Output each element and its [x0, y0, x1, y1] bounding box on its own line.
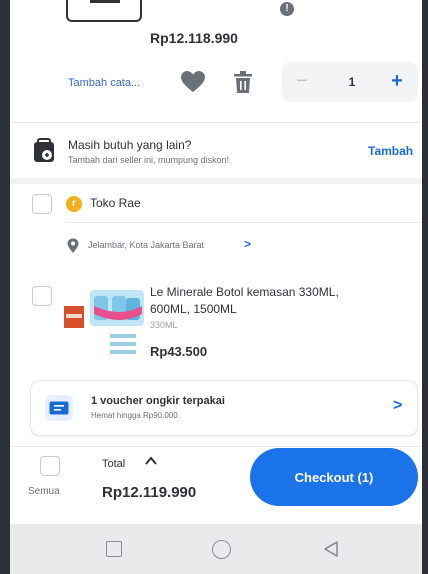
product-image[interactable]	[64, 288, 148, 358]
shop-location: Jelambar, Kota Jakarta Barat	[88, 240, 205, 250]
store-bag-icon	[34, 138, 54, 162]
trash-icon[interactable]	[232, 70, 254, 94]
quantity-stepper: − 1 +	[282, 62, 418, 102]
voucher-title: 1 voucher ongkir terpakai	[91, 395, 225, 407]
heart-icon[interactable]	[180, 70, 206, 94]
divider	[10, 446, 422, 447]
increase-quantity-button[interactable]: +	[386, 71, 408, 93]
chevron-up-icon[interactable]	[144, 454, 158, 468]
chevron-right-icon[interactable]: >	[393, 397, 402, 415]
previous-product-thumbnail[interactable]	[66, 0, 142, 22]
product-variant: 330ML	[150, 320, 178, 330]
voucher-icon-container	[45, 395, 73, 421]
checkout-button[interactable]: Checkout (1)	[250, 448, 418, 506]
previous-cart-item: ! Rp12.118.990 Tambah cata... − 1 +	[10, 0, 422, 120]
chevron-right-icon[interactable]: >	[244, 237, 251, 251]
divider	[10, 122, 422, 123]
divider	[66, 222, 422, 223]
decrease-quantity-button[interactable]: −	[292, 71, 312, 92]
home-icon[interactable]	[212, 540, 231, 559]
quantity-value[interactable]: 1	[342, 75, 362, 89]
ticket-icon	[49, 401, 69, 415]
cart-screen: ! Rp12.118.990 Tambah cata... − 1 + Masi…	[10, 0, 422, 574]
voucher-banner[interactable]: 1 voucher ongkir terpakai Hemat hingga R…	[30, 380, 418, 436]
info-icon[interactable]: !	[280, 2, 294, 16]
product-name[interactable]: Le Minerale Botol kemasan 330ML, 600ML, …	[150, 284, 382, 318]
voucher-subtitle: Hemat hingga Rp90.000.	[91, 411, 180, 420]
section-divider	[10, 178, 422, 184]
shop-checkbox[interactable]	[32, 194, 52, 214]
recent-apps-icon[interactable]	[106, 541, 122, 557]
shop-badge-icon: r	[66, 196, 82, 212]
back-icon[interactable]	[322, 540, 340, 558]
total-value: Rp12.119.990	[102, 484, 197, 501]
add-more-link[interactable]: Tambah	[368, 144, 413, 158]
more-needed-subtitle: Tambah dari seller ini, mumpung diskon!	[68, 155, 230, 165]
more-needed-title: Masih butuh yang lain?	[68, 138, 192, 152]
product-checkbox[interactable]	[32, 286, 52, 306]
total-label: Total	[102, 458, 126, 470]
shop-name[interactable]: Toko Rae	[90, 196, 141, 210]
add-note-link[interactable]: Tambah cata...	[68, 77, 140, 89]
android-navigation-bar	[10, 524, 422, 574]
select-all-label: Semua	[28, 486, 60, 497]
location-pin-icon	[67, 238, 79, 253]
previous-item-price: Rp12.118.990	[150, 30, 238, 46]
checkout-panel: 1 voucher ongkir terpakai Hemat hingga R…	[10, 366, 422, 524]
select-all-checkbox[interactable]	[40, 456, 60, 476]
product-price: Rp43.500	[150, 344, 208, 359]
